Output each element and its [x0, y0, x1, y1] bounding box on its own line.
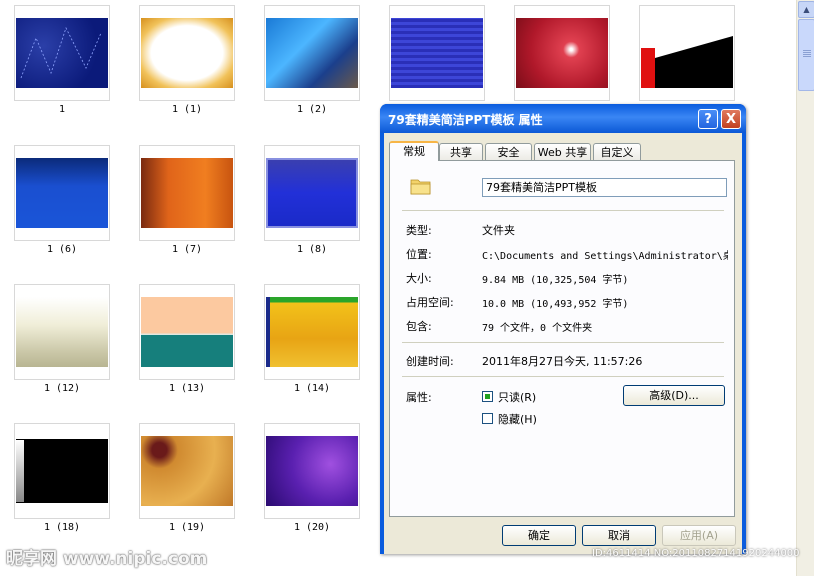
- contains-label: 包含:: [406, 320, 432, 333]
- readonly-checkbox[interactable]: [482, 391, 493, 402]
- watermark-site: 昵享网 www.nipic.com: [6, 549, 208, 569]
- thumbnail-image: [266, 297, 358, 367]
- location-label: 位置:: [406, 248, 432, 261]
- thumbnail-image: [141, 158, 233, 228]
- thumbnail-image: [141, 436, 233, 506]
- divider: [402, 210, 724, 211]
- thumbnail-frame: [139, 5, 235, 101]
- cancel-button[interactable]: 取消: [582, 525, 656, 546]
- thumbnail-frame: [139, 284, 235, 380]
- thumbnail-frame: [264, 5, 360, 101]
- thumbnail-caption: 1 (20): [293, 522, 331, 533]
- divider: [402, 376, 724, 377]
- thumbnail-caption: 1 (18): [43, 522, 81, 533]
- thumbnail-caption: 1: [58, 104, 66, 115]
- thumbnail-frame: [639, 5, 735, 101]
- tab-web-sharing[interactable]: Web 共享: [534, 143, 591, 160]
- created-value: 2011年8月27日今天, 11:57:26: [482, 355, 643, 368]
- help-icon: ?: [704, 112, 712, 127]
- thumbnail-image: [16, 158, 108, 228]
- divider: [402, 342, 724, 343]
- scroll-up-icon[interactable]: ▲: [798, 1, 814, 18]
- advanced-button[interactable]: 高级(D)...: [623, 385, 725, 406]
- thumbnail-image: [141, 18, 233, 88]
- close-icon: X: [725, 112, 737, 127]
- attributes-label: 属性:: [406, 391, 432, 404]
- thumbnail-caption: 1 (12): [43, 383, 81, 394]
- watermark: 昵享网 www.nipic.com ID:4611414 NO:20110827…: [0, 544, 814, 569]
- tab-sharing[interactable]: 共享: [439, 143, 483, 160]
- location-value: C:\Documents and Settings\Administrator\…: [482, 251, 728, 262]
- type-label: 类型:: [406, 224, 432, 237]
- hidden-label[interactable]: 隐藏(H): [498, 411, 537, 427]
- dialog-title: 79套精美简洁PPT模板 属性: [388, 113, 543, 127]
- hidden-checkbox[interactable]: [482, 413, 493, 424]
- tab-panel-general: 79套精美简洁PPT模板 类型: 文件夹 位置: C:\Documents an…: [389, 160, 735, 517]
- contains-value: 79 个文件，0 个文件夹: [482, 323, 593, 334]
- thumbnail-frame: [389, 5, 485, 101]
- thumbnail-image: [391, 18, 483, 88]
- scroll-thumb[interactable]: [798, 19, 814, 91]
- dialog-body: 常规 共享 安全 Web 共享 自定义 79套精美简洁PPT模板 类型: 文件夹…: [384, 133, 742, 554]
- dialog-titlebar[interactable]: 79套精美简洁PPT模板 属性 ? X: [380, 104, 746, 133]
- size-label: 大小:: [406, 272, 432, 285]
- thumbnail-caption: 1 (7): [171, 244, 203, 255]
- ok-button[interactable]: 确定: [502, 525, 576, 546]
- thumbnail-frame: [264, 284, 360, 380]
- vertical-scrollbar[interactable]: ▲: [796, 0, 814, 576]
- thumbnail-frame: [14, 423, 110, 519]
- type-value: 文件夹: [482, 224, 515, 237]
- thumbnail-frame: [139, 145, 235, 241]
- help-button[interactable]: ?: [698, 109, 718, 129]
- thumbnail-frame: [14, 284, 110, 380]
- thumbnail-frame: [14, 145, 110, 241]
- thumbnail-frame: [514, 5, 610, 101]
- thumbnail-image: [641, 18, 733, 88]
- created-label: 创建时间:: [406, 355, 454, 368]
- thumbnail-caption: 1 (2): [296, 104, 328, 115]
- thumbnail-frame: [264, 423, 360, 519]
- thumbnail-caption: 1 (19): [168, 522, 206, 533]
- grip-icon: [803, 50, 811, 51]
- thumbnail-caption: 1 (1): [171, 104, 203, 115]
- tab-customize[interactable]: 自定义: [593, 143, 641, 160]
- thumbnail-caption: 1 (14): [293, 383, 331, 394]
- watermark-id: ID:4611414 NO:20110827141920244000: [592, 548, 800, 559]
- thumbnail-caption: 1 (8): [296, 244, 328, 255]
- properties-dialog: 79套精美简洁PPT模板 属性 ? X 常规 共享 安全 Web 共享 自定义 …: [380, 104, 746, 554]
- tab-general[interactable]: 常规: [389, 141, 439, 161]
- thumbnail-image: [16, 18, 108, 88]
- thumbnail-image: [16, 436, 108, 506]
- close-button[interactable]: X: [721, 109, 741, 129]
- folder-name-input[interactable]: 79套精美简洁PPT模板: [482, 178, 727, 197]
- thumbnail-image: [16, 297, 108, 367]
- apply-button[interactable]: 应用(A): [662, 525, 736, 546]
- thumbnail-image: [516, 18, 608, 88]
- thumbnail-frame: [139, 423, 235, 519]
- thumbnail-frame: [14, 5, 110, 101]
- thumbnail-caption: 1 (6): [46, 244, 78, 255]
- size-value: 9.84 MB (10,325,504 字节): [482, 275, 629, 286]
- thumbnail-frame: [264, 145, 360, 241]
- thumbnail-image: [266, 18, 358, 88]
- disk-size-value: 10.0 MB (10,493,952 字节): [482, 299, 629, 310]
- tab-security[interactable]: 安全: [485, 143, 532, 160]
- readonly-label[interactable]: 只读(R): [498, 389, 536, 405]
- thumbnail-caption: 1 (13): [168, 383, 206, 394]
- folder-icon: [410, 179, 431, 195]
- disk-size-label: 占用空间:: [406, 296, 454, 309]
- thumbnail-image: [141, 297, 233, 367]
- thumbnail-image: [266, 158, 358, 228]
- thumbnail-image: [266, 436, 358, 506]
